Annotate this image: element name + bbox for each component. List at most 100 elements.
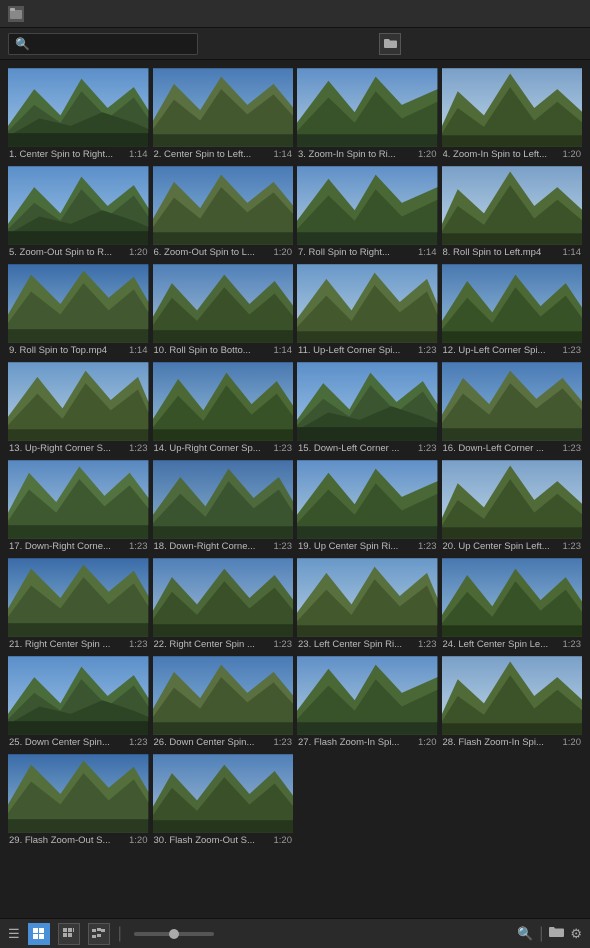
- grid-item[interactable]: 30. Flash Zoom-Out S...1:20: [153, 754, 294, 848]
- grid-item[interactable]: 11. Up-Left Corner Spi...1:23: [297, 264, 438, 358]
- list-view-icon[interactable]: ☰: [8, 926, 20, 942]
- item-label: 22. Right Center Spin ...1:23: [153, 637, 294, 652]
- thumbnail: [153, 754, 294, 833]
- thumbnail: [8, 558, 149, 637]
- item-duration: 1:20: [563, 737, 582, 748]
- thumbnail: [442, 558, 583, 637]
- grid-item[interactable]: 18. Down-Right Corne...1:23: [153, 460, 294, 554]
- grid-item[interactable]: 8. Roll Spin to Left.mp41:14: [442, 166, 583, 260]
- settings-right-icon[interactable]: ⚙: [570, 926, 582, 942]
- item-duration: 1:23: [129, 541, 148, 552]
- item-duration: 1:23: [274, 639, 293, 650]
- thumbnail: [8, 460, 149, 539]
- item-label: 28. Flash Zoom-In Spi...1:20: [442, 735, 583, 750]
- grid-item[interactable]: 14. Up-Right Corner Sp...1:23: [153, 362, 294, 456]
- grid-item[interactable]: 22. Right Center Spin ...1:23: [153, 558, 294, 652]
- item-duration: 1:14: [418, 247, 437, 258]
- item-name: 22. Right Center Spin ...: [154, 639, 271, 650]
- grid-item[interactable]: 6. Zoom-Out Spin to L...1:20: [153, 166, 294, 260]
- tree-view-btn[interactable]: [88, 923, 110, 945]
- item-label: 7. Roll Spin to Right...1:14: [297, 245, 438, 260]
- grid-item[interactable]: 27. Flash Zoom-In Spi...1:20: [297, 656, 438, 750]
- grid-large-btn[interactable]: [58, 923, 80, 945]
- item-name: 6. Zoom-Out Spin to L...: [154, 247, 271, 258]
- grid-item[interactable]: 29. Flash Zoom-Out S...1:20: [8, 754, 149, 848]
- item-duration: 1:23: [129, 639, 148, 650]
- grid-item[interactable]: 9. Roll Spin to Top.mp41:14: [8, 264, 149, 358]
- grid-item[interactable]: 7. Roll Spin to Right...1:14: [297, 166, 438, 260]
- grid-item[interactable]: 20. Up Center Spin Left...1:23: [442, 460, 583, 554]
- grid-item[interactable]: 21. Right Center Spin ...1:23: [8, 558, 149, 652]
- item-duration: 1:14: [274, 345, 293, 356]
- thumbnail: [297, 460, 438, 539]
- thumbnail: [153, 558, 294, 637]
- folder-right-icon[interactable]: [549, 926, 564, 941]
- search-right-icon[interactable]: 🔍: [517, 926, 533, 942]
- item-label: 23. Left Center Spin Ri...1:23: [297, 637, 438, 652]
- grid-item[interactable]: 13. Up-Right Corner S...1:23: [8, 362, 149, 456]
- grid-small-btn[interactable]: [28, 923, 50, 945]
- search-box[interactable]: 🔍: [8, 33, 198, 55]
- grid-item[interactable]: 1. Center Spin to Right...1:14: [8, 68, 149, 162]
- item-name: 20. Up Center Spin Left...: [443, 541, 560, 552]
- item-label: 21. Right Center Spin ...1:23: [8, 637, 149, 652]
- grid-item[interactable]: 24. Left Center Spin Le...1:23: [442, 558, 583, 652]
- thumbnail: [8, 362, 149, 441]
- title-icon: [8, 6, 24, 22]
- grid-item[interactable]: 12. Up-Left Corner Spi...1:23: [442, 264, 583, 358]
- item-duration: 1:14: [129, 149, 148, 160]
- grid-item[interactable]: 4. Zoom-In Spin to Left...1:20: [442, 68, 583, 162]
- item-name: 4. Zoom-In Spin to Left...: [443, 149, 560, 160]
- item-duration: 1:20: [418, 149, 437, 160]
- item-duration: 1:23: [274, 737, 293, 748]
- grid-item[interactable]: 28. Flash Zoom-In Spi...1:20: [442, 656, 583, 750]
- grid-item[interactable]: 23. Left Center Spin Ri...1:23: [297, 558, 438, 652]
- item-name: 24. Left Center Spin Le...: [443, 639, 560, 650]
- item-name: 1. Center Spin to Right...: [9, 149, 126, 160]
- separator2: |: [539, 925, 543, 943]
- grid-item[interactable]: 25. Down Center Spin...1:23: [8, 656, 149, 750]
- thumbnail: [8, 754, 149, 833]
- grid-item[interactable]: 26. Down Center Spin...1:23: [153, 656, 294, 750]
- item-label: 24. Left Center Spin Le...1:23: [442, 637, 583, 652]
- item-label: 13. Up-Right Corner S...1:23: [8, 441, 149, 456]
- item-duration: 1:23: [129, 443, 148, 454]
- item-duration: 1:23: [274, 443, 293, 454]
- item-label: 30. Flash Zoom-Out S...1:20: [153, 833, 294, 848]
- item-label: 5. Zoom-Out Spin to R...1:20: [8, 245, 149, 260]
- item-name: 15. Down-Left Corner ...: [298, 443, 415, 454]
- item-name: 12. Up-Left Corner Spi...: [443, 345, 560, 356]
- thumbnail: [297, 656, 438, 735]
- item-label: 9. Roll Spin to Top.mp41:14: [8, 343, 149, 358]
- item-name: 19. Up Center Spin Ri...: [298, 541, 415, 552]
- item-name: 27. Flash Zoom-In Spi...: [298, 737, 415, 748]
- thumbnail: [297, 264, 438, 343]
- item-duration: 1:14: [129, 345, 148, 356]
- item-name: 26. Down Center Spin...: [154, 737, 271, 748]
- item-label: 27. Flash Zoom-In Spi...1:20: [297, 735, 438, 750]
- item-label: 1. Center Spin to Right...1:14: [8, 147, 149, 162]
- search-input[interactable]: [34, 38, 174, 50]
- item-name: 10. Roll Spin to Botto...: [154, 345, 271, 356]
- zoom-slider[interactable]: [134, 932, 214, 936]
- thumbnail: [8, 166, 149, 245]
- grid-item[interactable]: 10. Roll Spin to Botto...1:14: [153, 264, 294, 358]
- item-label: 19. Up Center Spin Ri...1:23: [297, 539, 438, 554]
- grid-item[interactable]: 16. Down-Left Corner ...1:23: [442, 362, 583, 456]
- grid-item[interactable]: 3. Zoom-In Spin to Ri...1:20: [297, 68, 438, 162]
- item-name: 17. Down-Right Corne...: [9, 541, 126, 552]
- grid-item[interactable]: 5. Zoom-Out Spin to R...1:20: [8, 166, 149, 260]
- item-label: 29. Flash Zoom-Out S...1:20: [8, 833, 149, 848]
- thumbnail: [297, 362, 438, 441]
- item-duration: 1:20: [563, 149, 582, 160]
- grid-item[interactable]: 17. Down-Right Corne...1:23: [8, 460, 149, 554]
- grid-item[interactable]: 15. Down-Left Corner ...1:23: [297, 362, 438, 456]
- thumbnail: [297, 68, 438, 147]
- item-name: 9. Roll Spin to Top.mp4: [9, 345, 126, 356]
- grid-item[interactable]: 2. Center Spin to Left...1:14: [153, 68, 294, 162]
- item-label: 12. Up-Left Corner Spi...1:23: [442, 343, 583, 358]
- grid-item[interactable]: 19. Up Center Spin Ri...1:23: [297, 460, 438, 554]
- item-name: 3. Zoom-In Spin to Ri...: [298, 149, 415, 160]
- item-duration: 1:23: [418, 639, 437, 650]
- folder-button[interactable]: [379, 33, 401, 55]
